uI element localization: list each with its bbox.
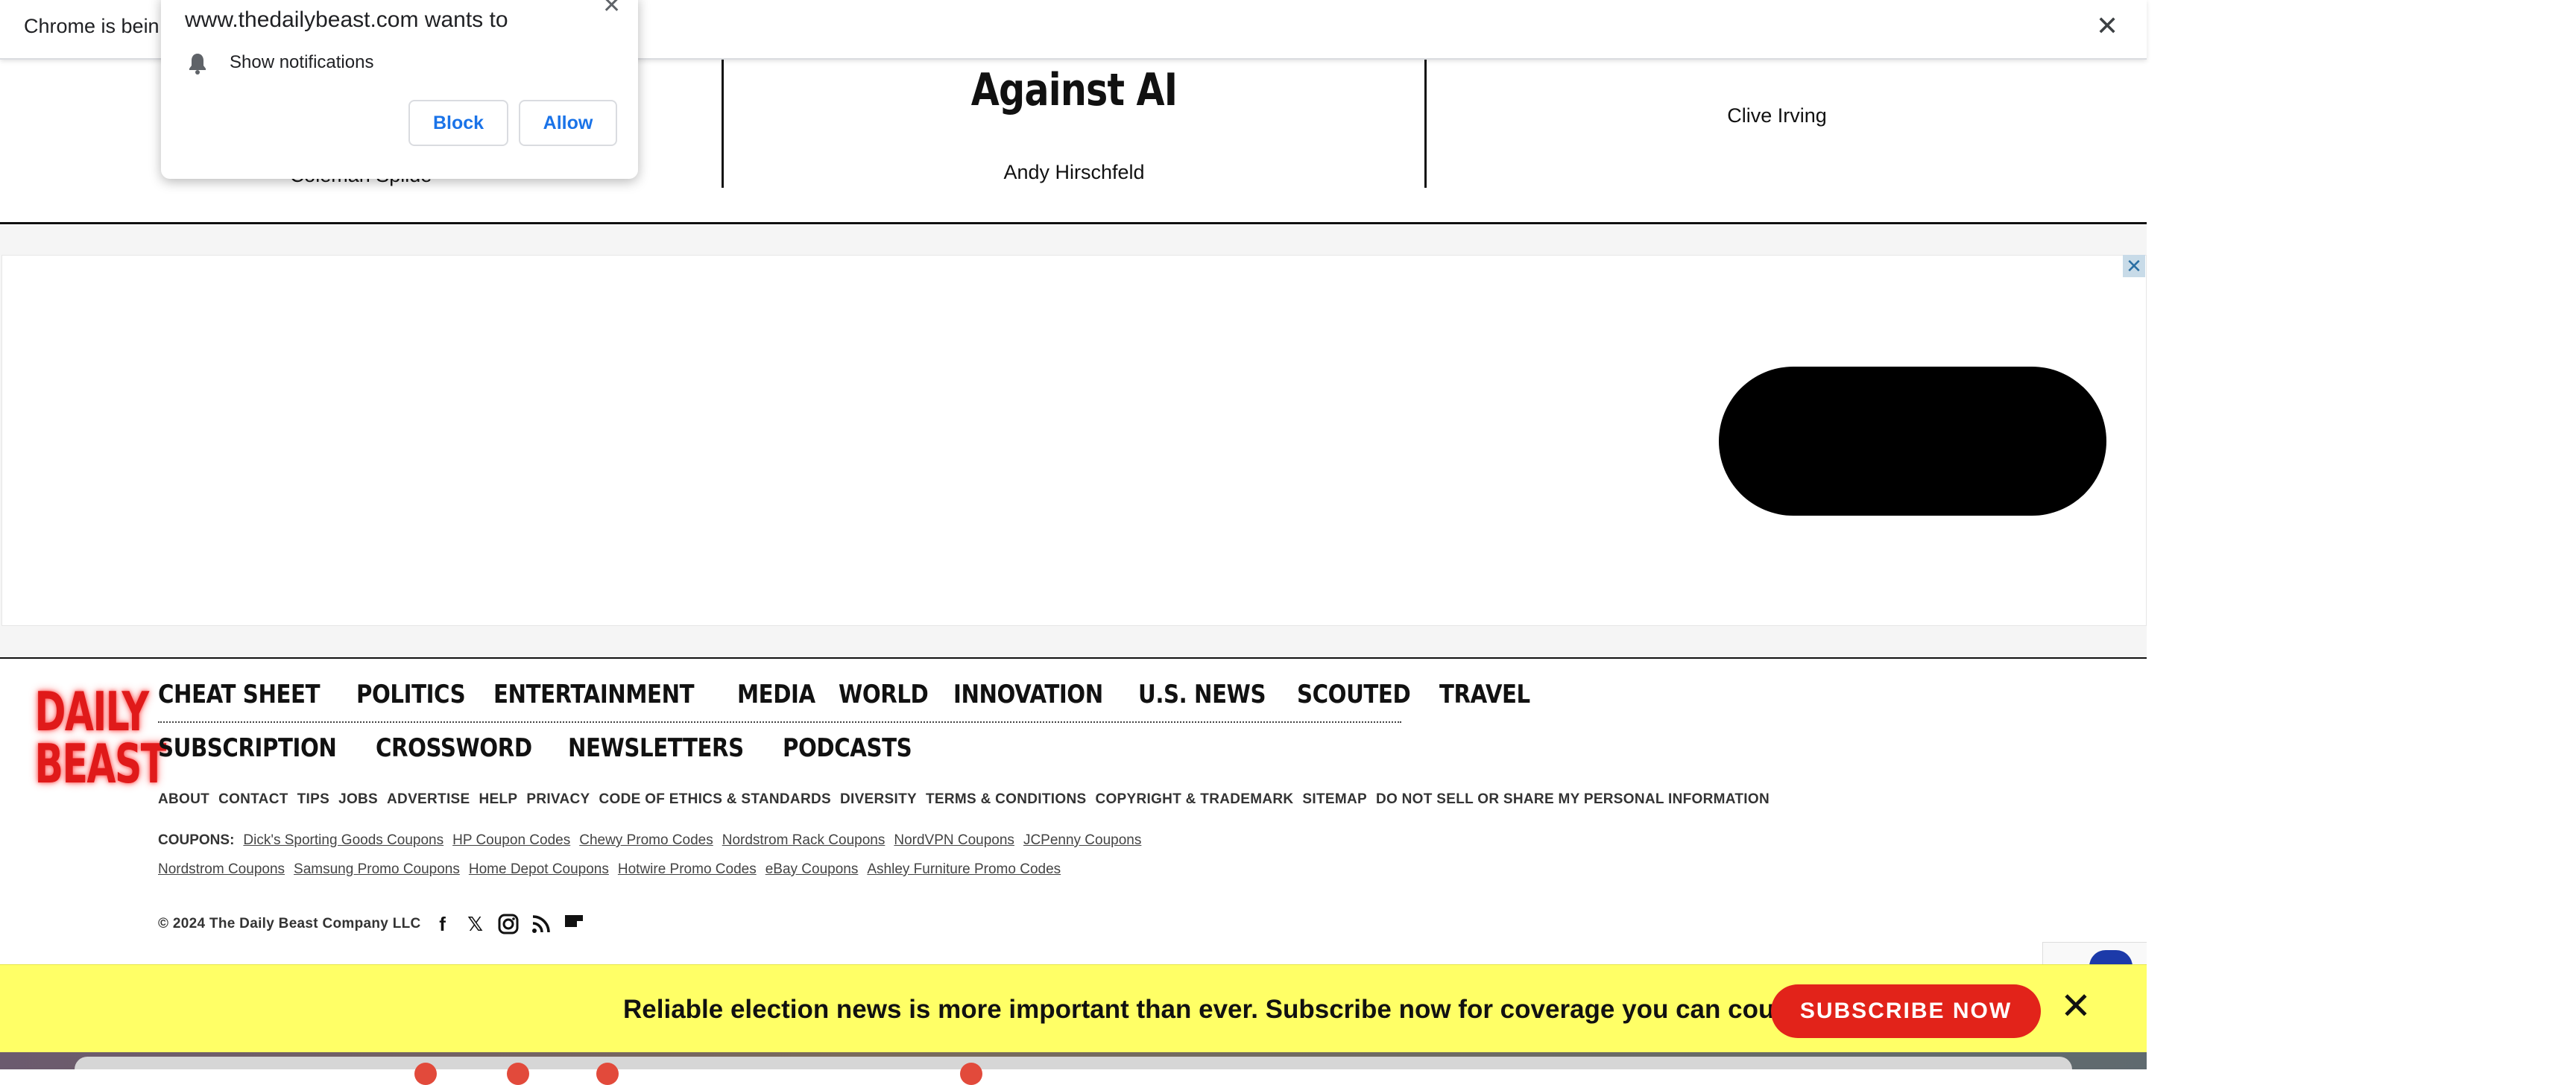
prompt-close-icon[interactable]: ✕	[602, 0, 621, 19]
coupon-link[interactable]: Home Depot Coupons	[469, 861, 609, 878]
coupon-link[interactable]: Ashley Furniture Promo Codes	[867, 861, 1061, 878]
footer-nav-primary: CHEAT SHEET POLITICS ENTERTAINMENT MEDIA…	[158, 680, 1544, 709]
subscribe-banner-text: Reliable election news is more important…	[623, 995, 1846, 1024]
footer-link-sitemap[interactable]: SITEMAP	[1302, 791, 1367, 808]
footer-nav-subscription[interactable]: SUBSCRIPTION	[158, 733, 337, 763]
prompt-title: www.thedailybeast.com wants to	[185, 7, 508, 32]
instagram-icon[interactable]	[497, 913, 520, 935]
footer-nav-innovation[interactable]: INNOVATION	[953, 680, 1103, 709]
ad-close-icon[interactable]: ✕	[2123, 255, 2145, 277]
block-button[interactable]: Block	[408, 100, 508, 146]
footer-nav-separator	[158, 721, 1401, 723]
footer-link-copyright[interactable]: COPYRIGHT & TRADEMARK	[1095, 791, 1293, 808]
footer-nav-scouted[interactable]: SCOUTED	[1297, 680, 1411, 709]
coupon-link[interactable]: Hotwire Promo Codes	[618, 861, 757, 878]
bell-icon	[189, 54, 206, 75]
logo-line-1: DAILY	[34, 680, 150, 743]
footer-link-do-not-sell[interactable]: DO NOT SELL OR SHARE MY PERSONAL INFORMA…	[1376, 791, 1770, 808]
coupon-link[interactable]: NordVPN Coupons	[894, 832, 1014, 849]
dock-app-icon[interactable]	[507, 1063, 529, 1085]
rss-icon[interactable]	[530, 913, 552, 935]
footer-nav-us-news[interactable]: U.S. NEWS	[1138, 680, 1266, 709]
footer-link-advertise[interactable]: ADVERTISE	[387, 791, 470, 808]
footer-coupons-row-1: COUPONS: Dick's Sporting Goods Coupons H…	[158, 832, 1141, 849]
ad-pill-shape[interactable]	[1719, 367, 2106, 516]
coupon-link[interactable]: Nordstrom Coupons	[158, 861, 285, 878]
coupon-link[interactable]: HP Coupon Codes	[452, 832, 570, 849]
footer-link-help[interactable]: HELP	[479, 791, 517, 808]
coupon-link[interactable]: Chewy Promo Codes	[579, 832, 713, 849]
flipboard-icon[interactable]	[563, 913, 585, 935]
footer-coupons-row-2: Nordstrom Coupons Samsung Promo Coupons …	[158, 861, 1061, 878]
footer-nav-entertainment[interactable]: ENTERTAINMENT	[493, 680, 695, 709]
coupon-link[interactable]: Dick's Sporting Goods Coupons	[243, 832, 443, 849]
page-right-gutter	[2147, 0, 2576, 1069]
footer-utility-links: ABOUT CONTACT TIPS JOBS ADVERTISE HELP P…	[158, 791, 1770, 808]
footer-nav-world[interactable]: WORLD	[839, 680, 929, 709]
infobar-text: Chrome is bein	[24, 15, 160, 37]
subscribe-now-button[interactable]: SUBSCRIBE NOW	[1771, 984, 2041, 1038]
footer-link-privacy[interactable]: PRIVACY	[526, 791, 590, 808]
footer-nav-politics[interactable]: POLITICS	[356, 680, 466, 709]
footer-link-about[interactable]: ABOUT	[158, 791, 209, 808]
dock	[75, 1057, 2072, 1069]
footer-nav-secondary: SUBSCRIPTION CROSSWORD NEWSLETTERS PODCA…	[158, 733, 933, 763]
x-icon[interactable]: 𝕏	[464, 913, 487, 935]
prompt-permission-text: Show notifications	[230, 52, 374, 72]
coupons-label: COUPONS:	[158, 832, 235, 848]
dock-app-icon[interactable]	[414, 1063, 437, 1085]
dock-app-icon[interactable]	[960, 1063, 982, 1085]
footer-nav-travel[interactable]: TRAVEL	[1439, 680, 1530, 709]
footer-nav-newsletters[interactable]: NEWSLETTERS	[568, 733, 744, 763]
footer-link-jobs[interactable]: JOBS	[338, 791, 378, 808]
footer-link-ethics[interactable]: CODE OF ETHICS & STANDARDS	[599, 791, 831, 808]
coupon-link[interactable]: Samsung Promo Coupons	[294, 861, 460, 878]
subscribe-banner: Reliable election news is more important…	[0, 964, 2147, 1053]
footer-nav-cheat-sheet[interactable]: CHEAT SHEET	[158, 680, 321, 709]
footer-link-diversity[interactable]: DIVERSITY	[840, 791, 917, 808]
notification-permission-prompt: www.thedailybeast.com wants to ✕ Show no…	[161, 0, 638, 179]
footer-link-contact[interactable]: CONTACT	[218, 791, 288, 808]
facebook-icon[interactable]: f	[432, 913, 454, 935]
banner-close-icon[interactable]: ✕	[2060, 987, 2092, 1025]
coupon-link[interactable]: JCPenny Coupons	[1023, 832, 1141, 849]
article-headline[interactable]: Against AI	[787, 64, 1362, 116]
footer-link-tips[interactable]: TIPS	[297, 791, 329, 808]
article-author[interactable]: Andy Hirschfeld	[724, 161, 1424, 184]
coupon-link[interactable]: eBay Coupons	[765, 861, 859, 878]
dock-app-icon[interactable]	[596, 1063, 619, 1085]
footer-copyright-row: © 2024 The Daily Beast Company LLC f 𝕏	[158, 913, 585, 935]
daily-beast-logo[interactable]: DAILY BEAST	[22, 680, 167, 795]
footer-link-terms[interactable]: TERMS & CONDITIONS	[926, 791, 1086, 808]
footer-nav-media[interactable]: MEDIA	[737, 680, 815, 709]
section-divider	[0, 222, 2147, 224]
allow-button[interactable]: Allow	[519, 100, 617, 146]
footer-nav-podcasts[interactable]: PODCASTS	[783, 733, 912, 763]
article-author[interactable]: Clive Irving	[1427, 104, 2127, 127]
infobar-close-icon[interactable]: ✕	[2096, 10, 2118, 42]
coupon-link[interactable]: Nordstrom Rack Coupons	[722, 832, 886, 849]
logo-line-2: BEAST	[34, 733, 167, 795]
footer-nav-crossword[interactable]: CROSSWORD	[376, 733, 532, 763]
copyright-text: © 2024 The Daily Beast Company LLC	[158, 916, 421, 931]
